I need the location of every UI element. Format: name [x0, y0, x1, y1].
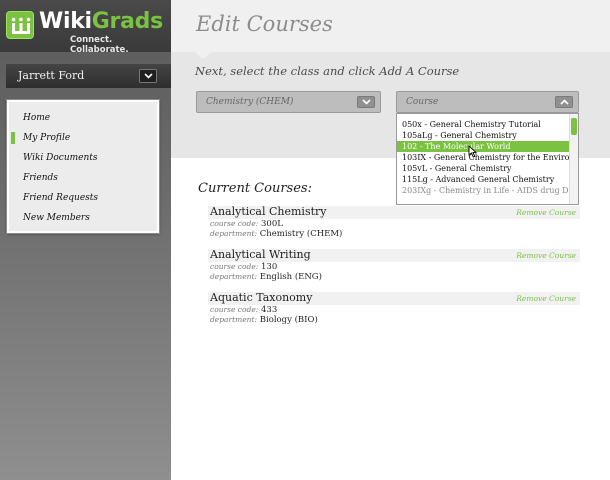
main-content: Edit Courses Next, select the class and … — [171, 0, 610, 480]
course-code-row: course code: 300L — [210, 219, 283, 229]
course-name: Analytical Chemistry — [210, 205, 327, 218]
course-department-row: department: Biology (BIO) — [210, 315, 318, 325]
department-label: department: — [210, 272, 258, 281]
mouse-cursor-icon — [468, 145, 477, 158]
course-option-selected[interactable]: 102 - The Molecular World — [397, 141, 569, 152]
department-label: department: — [210, 229, 258, 238]
course-select[interactable]: Course — [396, 91, 579, 113]
course-code: 433 — [261, 305, 278, 315]
sidebar-nav: Home My Profile Wiki Documents Friends F… — [6, 99, 160, 234]
current-courses-heading: Current Courses: — [198, 181, 312, 196]
brand-header: WikiGrads Connect. Collaborate. — [0, 0, 171, 55]
sidebar: WikiGrads Connect. Collaborate. Jarrett … — [0, 0, 178, 480]
course-select-toggle[interactable] — [555, 96, 573, 108]
course-code-row: course code: 433 — [210, 305, 277, 315]
course-department: Biology (BIO) — [259, 315, 318, 325]
course-option[interactable]: 103IX - General Chemistry for the Enviro… — [397, 152, 569, 163]
course-department: Chemistry (CHEM) — [259, 229, 343, 239]
course-header: Aquatic Taxonomy Remove Course — [208, 291, 580, 305]
course-option[interactable]: 105aLg - General Chemistry — [397, 130, 569, 141]
course-option[interactable]: 203IXg - Chemistry in Life - AIDS drug D… — [397, 185, 569, 196]
user-menu[interactable]: Jarrett Ford — [6, 64, 178, 88]
department-select[interactable]: Chemistry (CHEM) — [196, 91, 381, 113]
course-department-row: department: Chemistry (CHEM) — [210, 229, 342, 239]
department-label: department: — [210, 315, 258, 324]
dropdown-scrollbar[interactable] — [569, 114, 578, 204]
dropdown-scrollbar-thumb[interactable] — [571, 118, 577, 135]
title-bar: Edit Courses — [171, 0, 610, 52]
remove-course-link[interactable]: Remove Course — [516, 294, 576, 303]
title-notch — [195, 52, 211, 59]
course-code-row: course code: 130 — [210, 262, 277, 272]
nav-item-wiki-documents[interactable]: Wiki Documents — [9, 148, 157, 168]
remove-course-link[interactable]: Remove Course — [516, 251, 576, 260]
nav-item-new-members[interactable]: New Members — [9, 208, 157, 228]
user-menu-toggle[interactable] — [139, 69, 157, 83]
brand-name-part1: Wiki — [39, 9, 92, 34]
chevron-down-icon — [144, 73, 153, 79]
brand-name-part2: Grads — [91, 9, 163, 34]
course-options-list[interactable]: 050x - General Chemistry Tutorial 105aLg… — [396, 113, 579, 205]
course-header: Analytical Chemistry Remove Course — [208, 205, 580, 219]
department-select-value: Chemistry (CHEM) — [206, 97, 294, 107]
chevron-up-icon — [560, 99, 569, 105]
course-name: Aquatic Taxonomy — [210, 291, 313, 304]
course-code-label: course code: — [210, 219, 259, 228]
page-title: Edit Courses — [196, 12, 333, 36]
nav-item-home[interactable]: Home — [9, 108, 157, 128]
course-option[interactable]: 105vL - General Chemistry — [397, 163, 569, 174]
nav-item-my-profile[interactable]: My Profile — [9, 128, 157, 148]
instruction-text: Next, select the class and click Add A C… — [195, 64, 460, 78]
chevron-down-icon — [362, 99, 371, 105]
course-option[interactable]: 115Lg - Advanced General Chemistry — [397, 174, 569, 185]
nav-item-friend-requests[interactable]: Friend Requests — [9, 188, 157, 208]
brand-name[interactable]: WikiGrads — [39, 9, 163, 34]
course-code: 130 — [261, 262, 278, 272]
course-name: Analytical Writing — [210, 248, 311, 261]
wikigrads-logo-icon[interactable] — [6, 11, 34, 39]
course-code-label: course code: — [210, 305, 259, 314]
remove-course-link[interactable]: Remove Course — [516, 208, 576, 217]
brand-tagline: Connect. Collaborate. — [70, 35, 129, 55]
course-code-label: course code: — [210, 262, 259, 271]
course-option[interactable]: 050x - General Chemistry Tutorial — [397, 119, 569, 130]
course-code: 300L — [261, 219, 283, 229]
course-header: Analytical Writing Remove Course — [208, 248, 580, 262]
course-select-value: Course — [406, 97, 439, 107]
nav-item-friends[interactable]: Friends — [9, 168, 157, 188]
department-select-toggle[interactable] — [357, 96, 375, 108]
course-department: English (ENG) — [259, 272, 322, 282]
course-department-row: department: English (ENG) — [210, 272, 322, 282]
user-name: Jarrett Ford — [18, 69, 85, 82]
